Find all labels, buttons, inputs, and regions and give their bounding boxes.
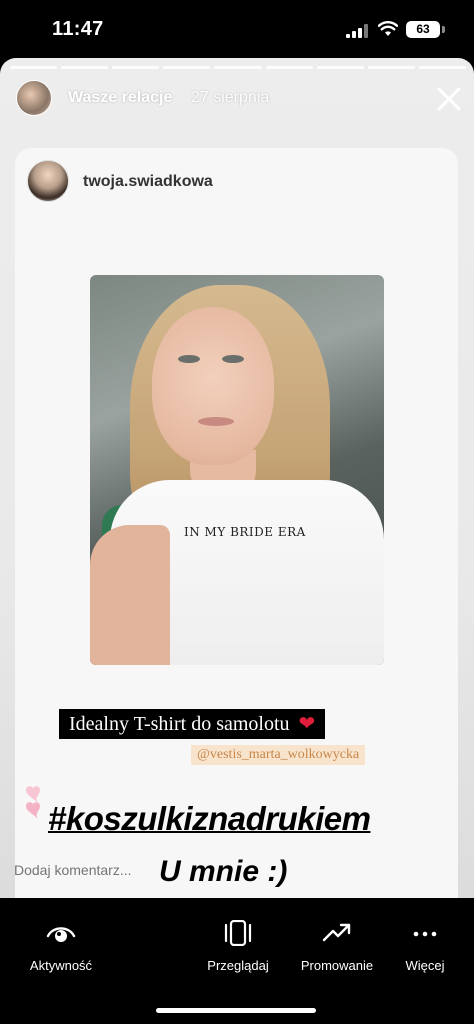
progress-segment bbox=[163, 66, 211, 69]
browse-label: Przeglądaj bbox=[207, 958, 269, 973]
close-icon[interactable] bbox=[434, 84, 464, 114]
eye-icon bbox=[46, 927, 76, 942]
photo-eye-left bbox=[178, 355, 200, 363]
more-dots-icon bbox=[413, 931, 437, 937]
photo-arm bbox=[90, 525, 170, 665]
story-date: 27 sierpnia bbox=[191, 89, 270, 106]
bottom-action-bar: Aktywność Przeglądaj Promowanie Więcej bbox=[0, 898, 474, 1024]
caption-label: Idealny T-shirt do samolotu bbox=[69, 713, 290, 735]
browse-button[interactable]: Przeglądaj bbox=[201, 920, 275, 973]
wifi-icon bbox=[378, 21, 398, 36]
more-button[interactable]: Więcej bbox=[396, 920, 454, 973]
carousel-icon bbox=[224, 920, 252, 946]
cellular-signal-icon bbox=[346, 24, 368, 38]
photo-eye-right bbox=[222, 355, 244, 363]
heart-emoji-icon: ❤ bbox=[298, 713, 316, 735]
progress-segment bbox=[367, 66, 415, 69]
progress-segment bbox=[214, 66, 262, 69]
status-bar: 11:47 63 bbox=[0, 0, 474, 60]
more-label: Więcej bbox=[405, 958, 445, 973]
activity-button[interactable]: Aktywność bbox=[24, 920, 98, 973]
battery-level: 63 bbox=[416, 22, 430, 36]
photo-face bbox=[152, 307, 274, 465]
reshared-user-avatar[interactable] bbox=[27, 160, 69, 202]
story-avatar[interactable] bbox=[16, 80, 52, 116]
promote-button[interactable]: Promowanie bbox=[296, 920, 378, 973]
reshared-story-card[interactable]: twoja.swiadkowa IN MY BRIDE ERA Idealny … bbox=[15, 148, 458, 898]
progress-segment bbox=[61, 66, 109, 69]
comment-input[interactable] bbox=[14, 860, 454, 880]
progress-segment bbox=[10, 66, 58, 69]
progress-segment bbox=[112, 66, 160, 69]
tshirt-print-text: IN MY BRIDE ERA bbox=[184, 525, 306, 539]
story-photo: IN MY BRIDE ERA bbox=[90, 275, 384, 665]
caption-text: Idealny T-shirt do samolotu ❤ bbox=[59, 709, 326, 739]
promote-label: Promowanie bbox=[300, 958, 374, 973]
battery-icon: 63 bbox=[406, 21, 440, 38]
story-viewer[interactable]: Wasze relacje 27 sierpnia twoja.swiadkow… bbox=[0, 58, 474, 898]
progress-segment bbox=[418, 66, 466, 69]
trending-up-icon bbox=[322, 923, 351, 942]
battery-tip bbox=[442, 26, 445, 33]
hashtag-sticker[interactable]: #koszulkiznadrukiem bbox=[48, 800, 371, 838]
story-progress-bars bbox=[10, 66, 466, 69]
mention-sticker[interactable]: @vestis_marta_wolkowycka bbox=[191, 745, 366, 765]
activity-label: Aktywność bbox=[29, 958, 93, 973]
status-time: 11:47 bbox=[52, 18, 104, 40]
progress-segment bbox=[316, 66, 364, 69]
home-indicator[interactable] bbox=[156, 1008, 316, 1013]
reshared-username[interactable]: twoja.swiadkowa bbox=[83, 173, 213, 191]
story-username[interactable]: Wasze relacje bbox=[68, 89, 172, 107]
progress-segment bbox=[265, 66, 313, 69]
photo-lips bbox=[198, 417, 234, 426]
